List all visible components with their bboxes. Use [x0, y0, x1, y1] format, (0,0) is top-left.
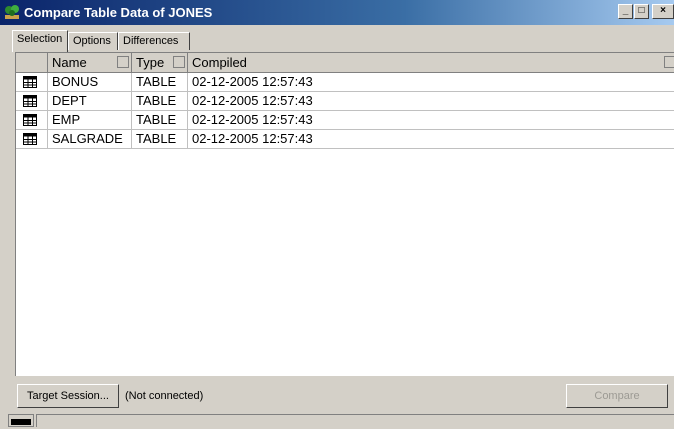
- table-row[interactable]: BONUS TABLE 02-12-2005 12:57:43: [16, 73, 674, 92]
- column-header-compiled-label: Compiled: [192, 55, 247, 70]
- status-indicator: [8, 414, 34, 427]
- status-bar: [0, 412, 674, 429]
- row-icon-cell: [16, 111, 48, 130]
- connection-status: (Not connected): [125, 390, 204, 402]
- cell-type: TABLE: [132, 111, 188, 130]
- cell-compiled: 02-12-2005 12:57:43: [188, 92, 674, 111]
- row-icon-cell: [16, 73, 48, 92]
- column-header-name[interactable]: Name: [48, 53, 132, 73]
- compare-table-data-window: Compare Table Data of JONES _ □ × Select…: [0, 0, 674, 429]
- column-header-name-label: Name: [52, 55, 87, 70]
- column-header-compiled[interactable]: Compiled: [188, 53, 674, 73]
- title-bar[interactable]: Compare Table Data of JONES _ □ ×: [0, 0, 674, 25]
- cell-compiled: 02-12-2005 12:57:43: [188, 73, 674, 92]
- bottom-panel: Target Session... (Not connected) Compar…: [15, 376, 674, 412]
- sort-icon[interactable]: [664, 56, 674, 68]
- sort-icon[interactable]: [117, 56, 129, 68]
- maximize-icon: □: [638, 5, 645, 16]
- close-icon: ×: [660, 5, 666, 16]
- tab-selection[interactable]: Selection: [12, 30, 68, 52]
- table-icon: [23, 114, 37, 126]
- minimize-icon: _: [622, 5, 629, 16]
- cell-name: DEPT: [48, 92, 132, 111]
- row-icon-cell: [16, 92, 48, 111]
- table-row[interactable]: DEPT TABLE 02-12-2005 12:57:43: [16, 92, 674, 111]
- cell-compiled: 02-12-2005 12:57:43: [188, 130, 674, 149]
- object-grid[interactable]: Name Type Compiled BONUS TABLE 02-12-2005 …: [15, 52, 674, 376]
- maximize-button[interactable]: □: [634, 4, 649, 19]
- tab-differences[interactable]: Differences: [118, 32, 190, 50]
- compare-button[interactable]: Compare: [566, 384, 668, 408]
- column-header-type[interactable]: Type: [132, 53, 188, 73]
- minimize-button[interactable]: _: [618, 4, 633, 19]
- table-icon: [23, 133, 37, 145]
- target-session-button[interactable]: Target Session...: [17, 384, 119, 408]
- target-session-label: Target Session...: [27, 390, 109, 402]
- cell-name: SALGRADE: [48, 130, 132, 149]
- tab-options-label: Options: [73, 35, 111, 47]
- cell-type: TABLE: [132, 73, 188, 92]
- table-row[interactable]: SALGRADE TABLE 02-12-2005 12:57:43: [16, 130, 674, 149]
- cell-compiled: 02-12-2005 12:57:43: [188, 111, 674, 130]
- compare-label: Compare: [594, 390, 640, 402]
- table-icon: [23, 95, 37, 107]
- cell-type: TABLE: [132, 130, 188, 149]
- table-icon: [23, 76, 37, 88]
- app-tree-icon: [5, 5, 19, 19]
- close-button[interactable]: ×: [652, 4, 674, 19]
- status-message-panel: [36, 414, 674, 427]
- sort-icon[interactable]: [173, 56, 185, 68]
- tab-selection-label: Selection: [17, 33, 63, 45]
- cell-type: TABLE: [132, 92, 188, 111]
- table-row[interactable]: EMP TABLE 02-12-2005 12:57:43: [16, 111, 674, 130]
- row-icon-cell: [16, 130, 48, 149]
- window-title: Compare Table Data of JONES: [24, 5, 213, 20]
- cell-name: EMP: [48, 111, 132, 130]
- tab-differences-label: Differences: [123, 35, 179, 47]
- column-header-type-label: Type: [136, 55, 165, 70]
- tab-options[interactable]: Options: [68, 32, 118, 50]
- cell-name: BONUS: [48, 73, 132, 92]
- left-frame: [0, 25, 8, 412]
- grid-corner-header: [16, 53, 48, 73]
